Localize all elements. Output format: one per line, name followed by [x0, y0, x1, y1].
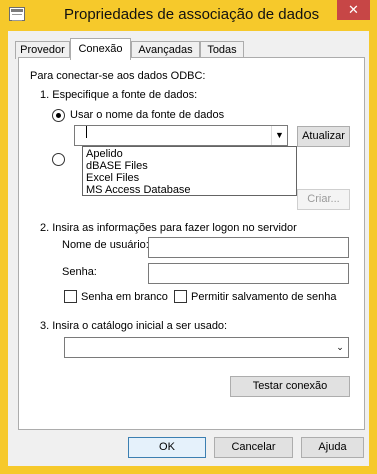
blank-password-checkbox[interactable] [64, 290, 77, 303]
password-field[interactable] [148, 263, 349, 284]
step3-label: 3. Insira o catálogo inicial a ser usado… [40, 320, 228, 332]
password-label: Senha: [62, 266, 97, 278]
tab-label: Provedor [20, 44, 65, 56]
intro-label: Para conectar-se aos dados ODBC: [30, 70, 206, 82]
username-field[interactable] [148, 237, 349, 258]
close-button[interactable]: ✕ [337, 0, 370, 20]
radio-use-connection-string[interactable] [52, 153, 65, 166]
radio-use-dsn[interactable] [52, 109, 65, 122]
blank-password-label: Senha em branco [81, 291, 168, 303]
text-caret [86, 126, 87, 138]
dropdown-option[interactable]: Excel Files [86, 172, 139, 184]
dropdown-option[interactable]: dBASE Files [86, 160, 148, 172]
dsn-dropdown-list[interactable]: Apelido dBASE Files Excel Files MS Acces… [82, 146, 297, 196]
dropdown-option[interactable]: MS Access Database [86, 184, 191, 196]
app-icon [9, 7, 25, 21]
help-button[interactable]: Ajuda [301, 437, 364, 458]
allow-save-password-label: Permitir salvamento de senha [191, 291, 337, 303]
ok-button[interactable]: OK [128, 437, 206, 458]
dialog-window: Propriedades de associação de dados ✕ Pr… [0, 0, 377, 474]
step2-label: 2. Insira as informações para fazer logo… [40, 222, 297, 234]
tab-label: Todas [207, 44, 237, 56]
radio-use-dsn-label: Usar o nome da fonte de dados [70, 109, 225, 121]
tab-label: Avançadas [138, 44, 193, 56]
allow-save-password-checkbox[interactable] [174, 290, 187, 303]
tab-conexao[interactable]: Conexão [70, 38, 131, 60]
refresh-button[interactable]: Atualizar [297, 126, 350, 147]
username-label: Nome de usuário: [62, 239, 149, 251]
connection-panel: Para conectar-se aos dados ODBC: 1. Espe… [18, 57, 365, 430]
create-button: Criar... [297, 189, 350, 210]
dropdown-option[interactable]: Apelido [86, 148, 123, 160]
title-bar[interactable]: Propriedades de associação de dados ✕ [0, 0, 377, 31]
chevron-down-icon[interactable]: ▼ [271, 126, 287, 145]
step1-label: 1. Especifique a fonte de dados: [40, 89, 198, 101]
cancel-button[interactable]: Cancelar [214, 437, 293, 458]
tab-label: Conexão [78, 43, 123, 55]
catalog-combobox[interactable]: ⌄ [64, 337, 349, 358]
test-connection-button[interactable]: Testar conexão [230, 376, 350, 397]
close-icon: ✕ [348, 2, 359, 17]
dsn-combobox[interactable]: ▼ [74, 125, 288, 146]
window-title: Propriedades de associação de dados [64, 6, 320, 23]
chevron-down-icon[interactable]: ⌄ [332, 338, 348, 357]
